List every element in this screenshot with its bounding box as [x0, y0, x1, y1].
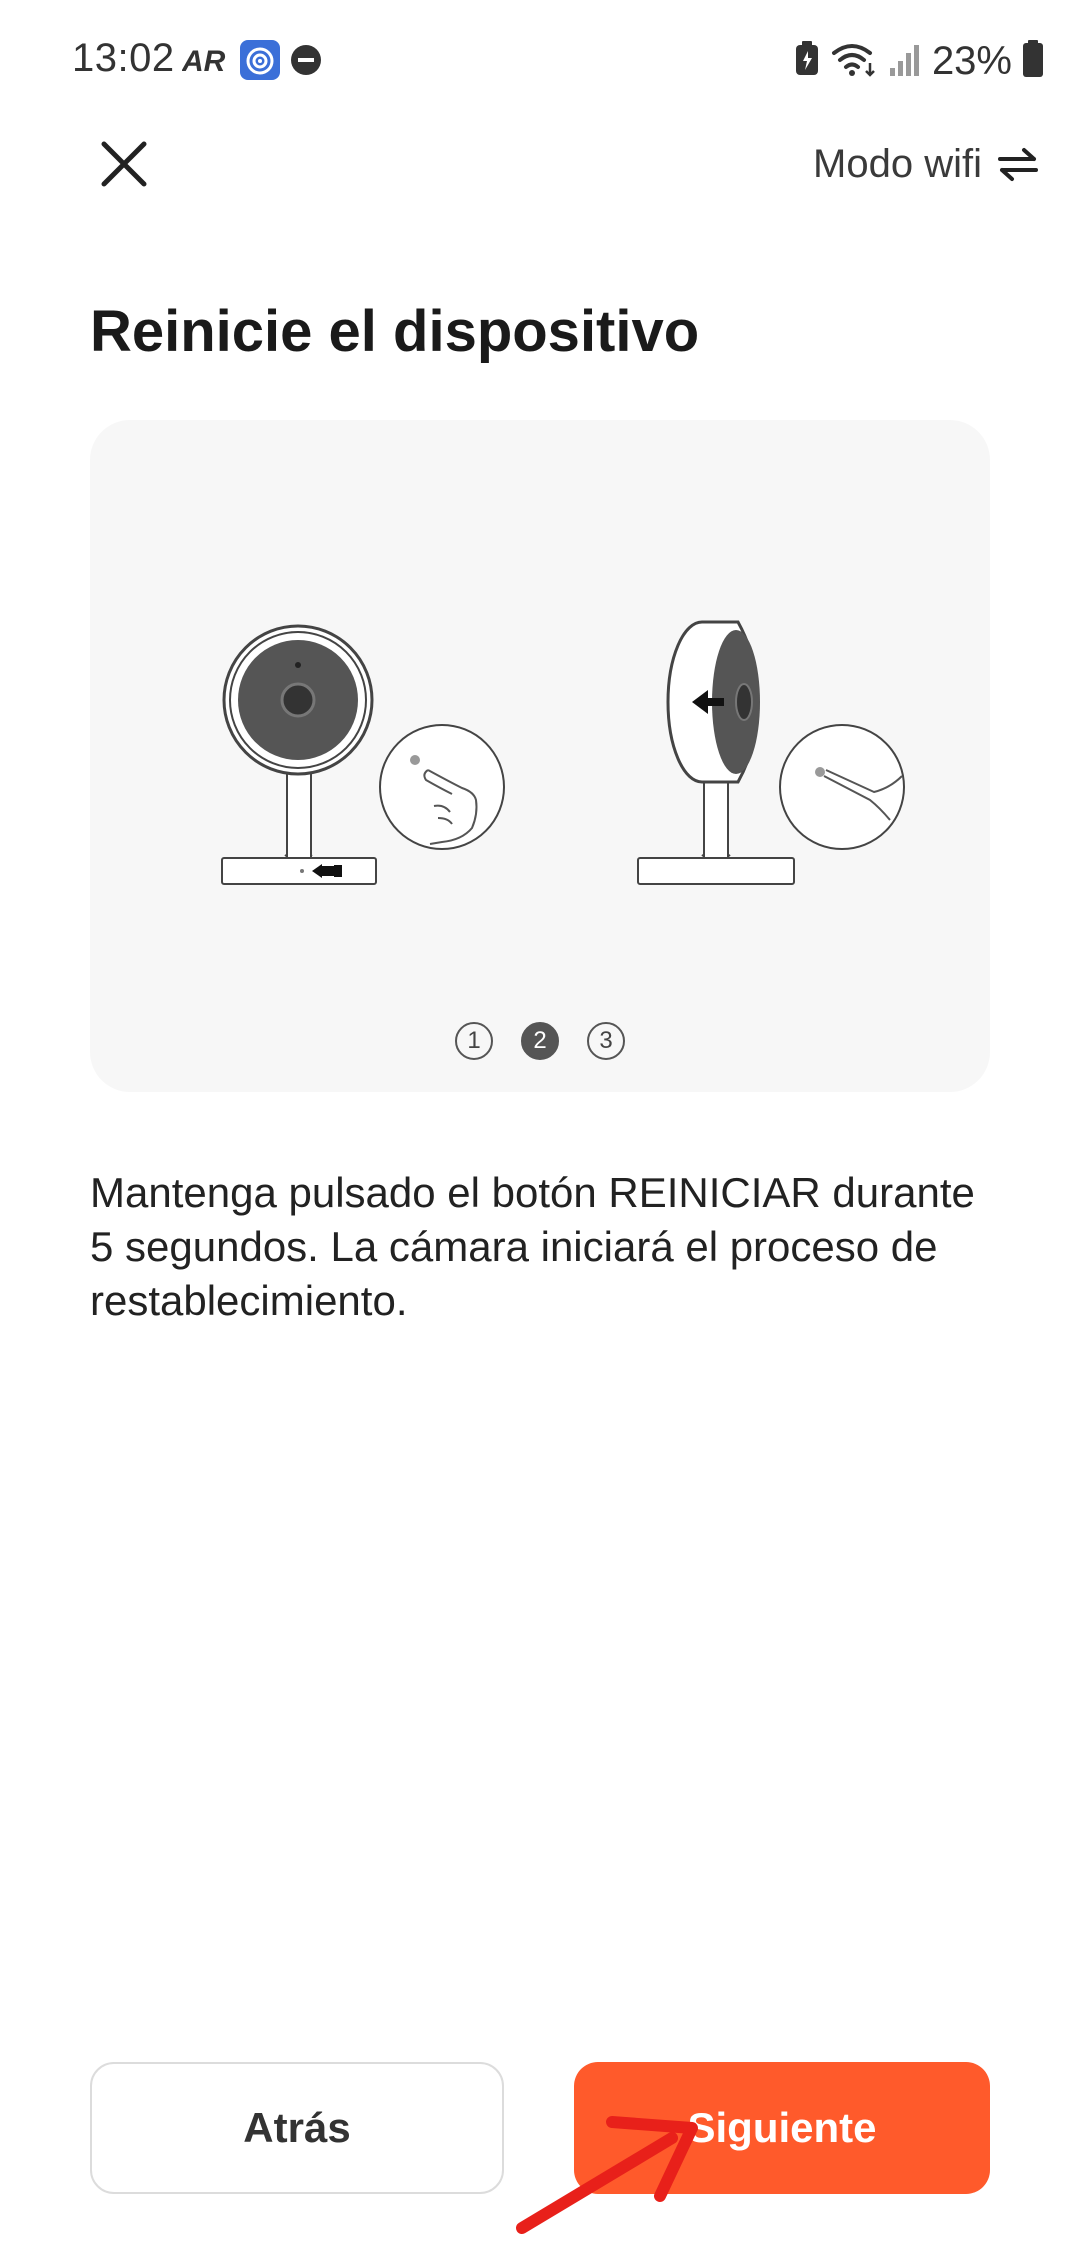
battery-percent: 23%: [931, 38, 1012, 83]
do-not-disturb-icon: [290, 44, 322, 81]
signal-icon: [888, 42, 922, 81]
back-button[interactable]: Atrás: [90, 2062, 504, 2194]
close-icon: [101, 141, 147, 187]
status-bar: 13:02 AR 23%: [0, 0, 1080, 120]
step-indicator-3: 3: [587, 1022, 625, 1060]
battery-saver-icon: [794, 40, 820, 82]
status-right: 23%: [794, 36, 1044, 86]
wifi-icon: [830, 41, 878, 82]
close-button[interactable]: [88, 128, 160, 200]
mode-wifi-label: Modo wifi: [813, 141, 982, 186]
reset-illustration: [221, 620, 905, 885]
swap-arrows-icon: [998, 148, 1038, 181]
illustration-card: 123: [90, 420, 990, 1092]
mode-wifi-toggle[interactable]: Modo wifi: [813, 128, 1038, 200]
step-indicators: 123: [90, 1022, 990, 1060]
svg-text:AR: AR: [182, 45, 226, 77]
status-time: 13:02: [72, 36, 175, 80]
instruction-text: Mantenga pulsado el botón REINICIAR dura…: [90, 1169, 975, 1324]
camera-side-illustration: [637, 620, 905, 885]
page-title: Reinicie el dispositivo: [90, 299, 700, 364]
app-target-icon: [240, 39, 280, 85]
status-left-icons: AR: [181, 39, 322, 85]
battery-icon: [1022, 39, 1044, 83]
step-indicator-2: 2: [521, 1022, 559, 1060]
next-button[interactable]: Siguiente: [574, 2062, 990, 2194]
camera-front-illustration: [221, 624, 505, 885]
ar-zone-icon: AR: [181, 43, 230, 82]
step-indicator-1: 1: [455, 1022, 493, 1060]
